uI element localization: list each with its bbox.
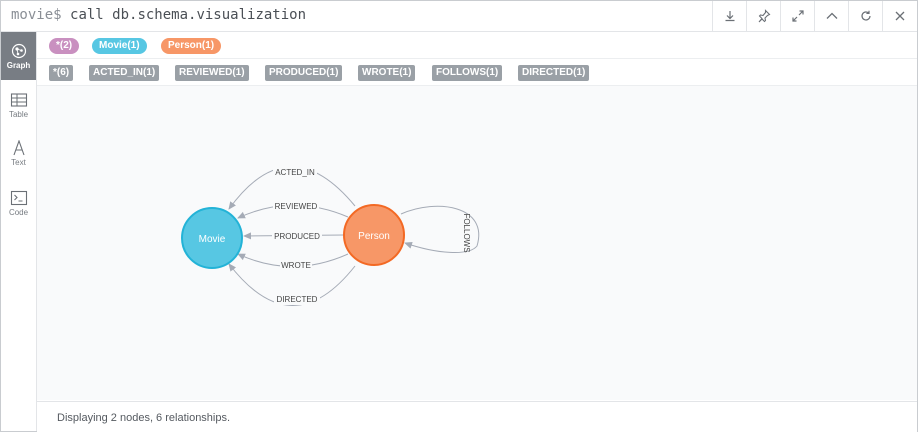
relationship-wrote[interactable]: WROTE xyxy=(237,253,349,271)
rel-label-follows: FOLLOWS xyxy=(462,213,471,252)
pin-button[interactable] xyxy=(746,1,781,31)
view-sidebar: Graph Table Text Code xyxy=(1,32,37,431)
node-person[interactable]: Person xyxy=(343,204,405,266)
node-label-legend: *(2) Movie(1) Person(1) xyxy=(37,32,917,59)
rel-label-reviewed: REVIEWED xyxy=(275,202,318,211)
rel-type-tag-all[interactable]: *(6) xyxy=(49,65,74,81)
graph-visualization: ACTED_IN REVIEWED PRODUCED WROTE DIRECTE… xyxy=(181,166,480,306)
rel-label-acted-in: ACTED_IN xyxy=(275,168,315,177)
collapse-up-icon xyxy=(826,12,838,19)
close-button[interactable] xyxy=(882,1,917,31)
fullscreen-button[interactable] xyxy=(780,1,815,31)
sidebar-item-label: Graph xyxy=(6,60,31,70)
command-query: call db.schema.visualization xyxy=(70,7,307,23)
relationship-reviewed[interactable]: REVIEWED xyxy=(237,200,349,219)
sidebar-item-label: Table xyxy=(8,109,29,119)
sidebar-item-code[interactable]: Code xyxy=(1,179,36,227)
result-frame: movie$ call db.schema.visualization Grap… xyxy=(0,0,918,432)
graph-icon xyxy=(11,43,26,58)
pin-icon xyxy=(758,9,771,23)
code-icon xyxy=(10,190,27,205)
close-icon xyxy=(895,11,905,21)
sidebar-item-graph[interactable]: Graph xyxy=(1,32,36,80)
sidebar-item-table[interactable]: Table xyxy=(1,81,36,129)
command-prompt: movie$ xyxy=(11,7,62,23)
rel-label-wrote: WROTE xyxy=(281,261,311,270)
rel-label-produced: PRODUCED xyxy=(274,232,320,241)
rerun-button[interactable] xyxy=(848,1,883,31)
sidebar-item-label: Code xyxy=(8,207,29,217)
rel-type-tag-directed[interactable]: DIRECTED(1) xyxy=(518,65,590,81)
download-button[interactable] xyxy=(712,1,747,31)
rerun-icon xyxy=(861,10,871,21)
graph-canvas[interactable]: ACTED_IN REVIEWED PRODUCED WROTE DIRECTE… xyxy=(37,86,917,400)
collapse-button[interactable] xyxy=(814,1,849,31)
node-label-pill-movie[interactable]: Movie(1) xyxy=(92,38,147,54)
text-icon xyxy=(12,139,25,155)
table-icon xyxy=(10,92,27,107)
node-label-pill-all[interactable]: *(2) xyxy=(49,38,80,54)
rel-type-tag-follows[interactable]: FOLLOWS(1) xyxy=(432,65,503,81)
rel-type-tag-produced[interactable]: PRODUCED(1) xyxy=(265,65,343,81)
rel-type-tag-wrote[interactable]: WROTE(1) xyxy=(358,65,416,81)
relationship-type-legend: *(6) ACTED_IN(1) REVIEWED(1) PRODUCED(1)… xyxy=(37,59,917,86)
rel-type-tag-acted-in[interactable]: ACTED_IN(1) xyxy=(89,65,160,81)
rel-label-directed: DIRECTED xyxy=(277,295,318,304)
sidebar-item-label: Text xyxy=(11,157,26,167)
sidebar-item-text[interactable]: Text xyxy=(1,129,36,177)
node-caption-person: Person xyxy=(358,231,390,242)
node-caption-movie: Movie xyxy=(199,234,226,245)
status-bar: Displaying 2 nodes, 6 relationships. xyxy=(37,401,917,432)
status-text: Displaying 2 nodes, 6 relationships. xyxy=(57,412,231,424)
expand-icon xyxy=(792,10,804,22)
download-icon xyxy=(725,11,735,22)
node-label-pill-person[interactable]: Person(1) xyxy=(161,38,222,54)
frame-header: movie$ call db.schema.visualization xyxy=(1,1,917,32)
relationship-produced[interactable]: PRODUCED xyxy=(243,230,345,242)
command-line[interactable]: movie$ call db.schema.visualization xyxy=(11,7,306,23)
rel-type-tag-reviewed[interactable]: REVIEWED(1) xyxy=(175,65,249,81)
node-movie[interactable]: Movie xyxy=(181,207,243,269)
relationship-follows[interactable]: FOLLOWS xyxy=(400,205,480,253)
